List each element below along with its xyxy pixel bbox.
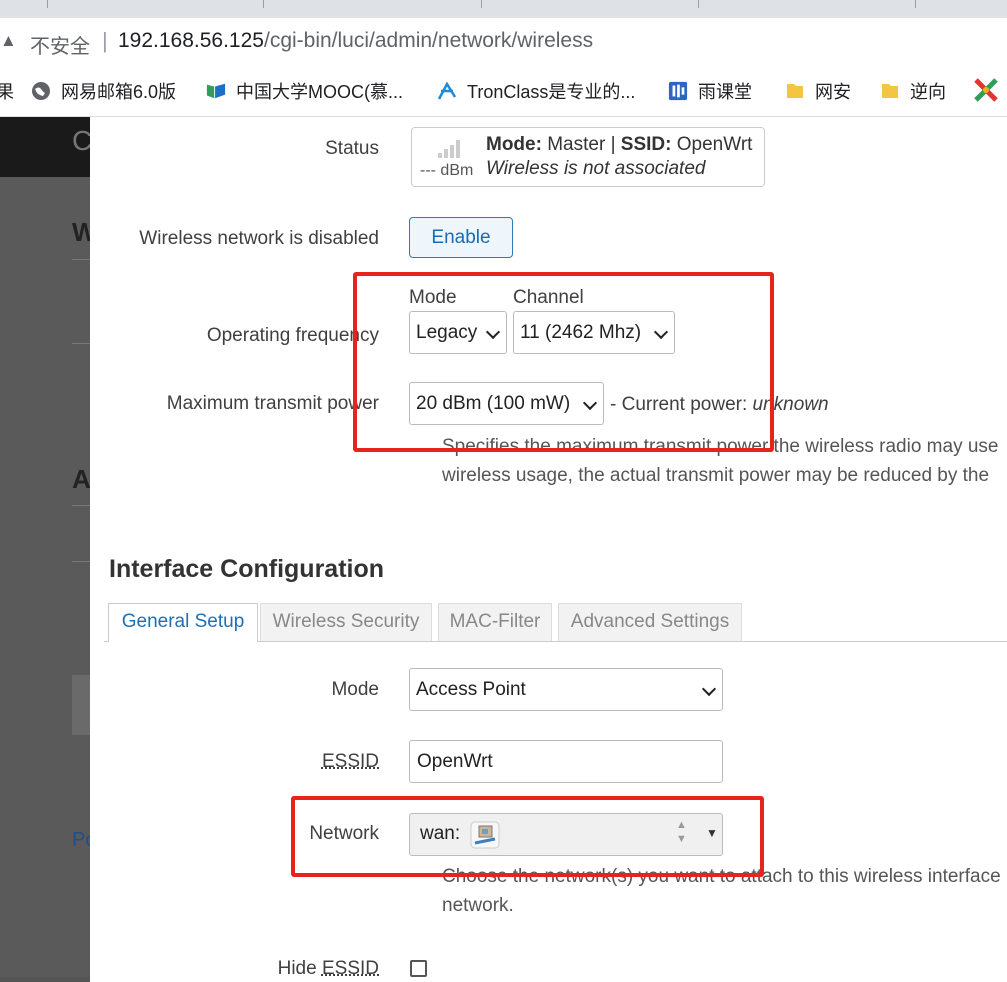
wifi-mode-select[interactable]: Access Point bbox=[409, 668, 723, 711]
bookmark-label: 网安 bbox=[815, 82, 851, 102]
ssid-key: SSID: bbox=[620, 134, 672, 155]
hide-essid-word: ESSID bbox=[321, 958, 379, 979]
essid-field[interactable]: OpenWrt bbox=[409, 740, 723, 783]
bookmark-label: TronClass是专业的... bbox=[467, 82, 636, 102]
backdrop-divider bbox=[72, 505, 90, 506]
bookmark-tronclass[interactable]: TronClass是专业的... bbox=[437, 78, 635, 104]
bookmark-rain-classroom[interactable]: 雨课堂 bbox=[668, 78, 752, 104]
backdrop-brand: C bbox=[72, 125, 90, 156]
mode-key: Mode: bbox=[486, 134, 542, 155]
wireless-config-dialog: Status --- dBm Mode: Master | SSID: Open… bbox=[90, 117, 1007, 982]
backdrop-divider bbox=[72, 259, 90, 260]
globe-icon bbox=[32, 82, 50, 100]
annotation-box-network bbox=[291, 796, 764, 877]
not-secure-label[interactable]: 不安全 bbox=[30, 30, 90, 59]
annotation-box-frequency bbox=[353, 272, 774, 452]
bookmark-cutoff[interactable]: 果 bbox=[0, 78, 14, 104]
enable-button[interactable]: Enable bbox=[409, 217, 513, 258]
url-text[interactable]: 192.168.56.125/cgi-bin/luci/admin/networ… bbox=[118, 29, 593, 53]
tab-wireless-security[interactable]: Wireless Security bbox=[260, 603, 432, 641]
mode-label: Mode bbox=[331, 679, 379, 700]
bookmark-label: 网易邮箱6.0版 bbox=[61, 82, 177, 102]
backdrop-panel bbox=[72, 675, 90, 735]
hide-essid-checkbox[interactable] bbox=[410, 960, 427, 977]
mooc-icon bbox=[206, 83, 226, 99]
bookmarks-bar: 果 网易邮箱6.0版 中国大学MOOC(慕... TronClass是专业的..… bbox=[0, 64, 1007, 117]
network-help-line: network. bbox=[442, 895, 514, 916]
backdrop-heading: A bbox=[72, 464, 90, 494]
chevron-down-icon bbox=[701, 681, 717, 696]
disabled-label: Wireless network is disabled bbox=[139, 228, 379, 249]
tab-general-setup[interactable]: General Setup bbox=[108, 603, 258, 642]
xmind-icon[interactable] bbox=[973, 77, 999, 103]
tronclass-icon bbox=[437, 81, 457, 100]
backdrop-divider bbox=[72, 343, 90, 344]
address-bar[interactable]: ▲ 不安全 | 192.168.56.125/cgi-bin/luci/admi… bbox=[0, 18, 1007, 64]
bookmark-mooc[interactable]: 中国大学MOOC(慕... bbox=[206, 78, 403, 104]
bookmark-netease-mail[interactable]: 网易邮箱6.0版 bbox=[31, 78, 176, 104]
signal-icon bbox=[438, 140, 460, 158]
url-host: 192.168.56.125 bbox=[118, 29, 264, 52]
txpower-label: Maximum transmit power bbox=[166, 393, 379, 414]
backdrop-heading: W bbox=[72, 217, 90, 247]
signal-dbm: --- dBm bbox=[420, 162, 474, 179]
bookmark-label: 中国大学MOOC(慕... bbox=[236, 82, 403, 102]
status-label: Status bbox=[325, 138, 379, 159]
bookmark-wangan[interactable]: 网安 bbox=[785, 78, 851, 104]
bookmark-label: 逆向 bbox=[910, 82, 946, 102]
mode-value: Master bbox=[547, 134, 606, 155]
config-tabs: General Setup Wireless Security MAC-Filt… bbox=[104, 603, 1007, 642]
rain-classroom-icon bbox=[668, 81, 688, 101]
folder-icon bbox=[882, 84, 898, 98]
backdrop-divider bbox=[72, 561, 90, 562]
status-box: --- dBm Mode: Master | SSID: OpenWrt Wir… bbox=[411, 127, 765, 187]
wifi-mode-value: Access Point bbox=[416, 678, 526, 700]
txpower-help-line: wireless usage, the actual transmit powe… bbox=[442, 465, 990, 486]
hide-essid-prefix: Hide bbox=[277, 958, 322, 979]
bookmark-label: 雨课堂 bbox=[698, 82, 752, 102]
ssid-value: OpenWrt bbox=[676, 134, 753, 155]
essid-label: ESSID bbox=[321, 751, 379, 772]
address-divider: | bbox=[102, 28, 108, 53]
backdrop-content bbox=[0, 177, 90, 977]
mode-ssid-line: Mode: Master | SSID: OpenWrt bbox=[486, 134, 753, 155]
backdrop-link[interactable]: Po bbox=[72, 829, 90, 852]
page-backdrop: C W A Po bbox=[0, 117, 90, 982]
tab-mac-filter[interactable]: MAC-Filter bbox=[438, 603, 552, 641]
tab-strip bbox=[0, 0, 1007, 18]
essid-value: OpenWrt bbox=[417, 750, 493, 772]
folder-icon bbox=[787, 84, 803, 98]
tab-advanced-settings[interactable]: Advanced Settings bbox=[558, 603, 742, 641]
warning-icon[interactable]: ▲ bbox=[0, 31, 17, 51]
url-path: /cgi-bin/luci/admin/network/wireless bbox=[263, 29, 594, 52]
section-title: Interface Configuration bbox=[109, 555, 385, 583]
hide-essid-label: Hide ESSID bbox=[278, 958, 379, 980]
bookmark-nixiang[interactable]: 逆向 bbox=[880, 78, 946, 104]
association-status: Wireless is not associated bbox=[486, 158, 706, 179]
